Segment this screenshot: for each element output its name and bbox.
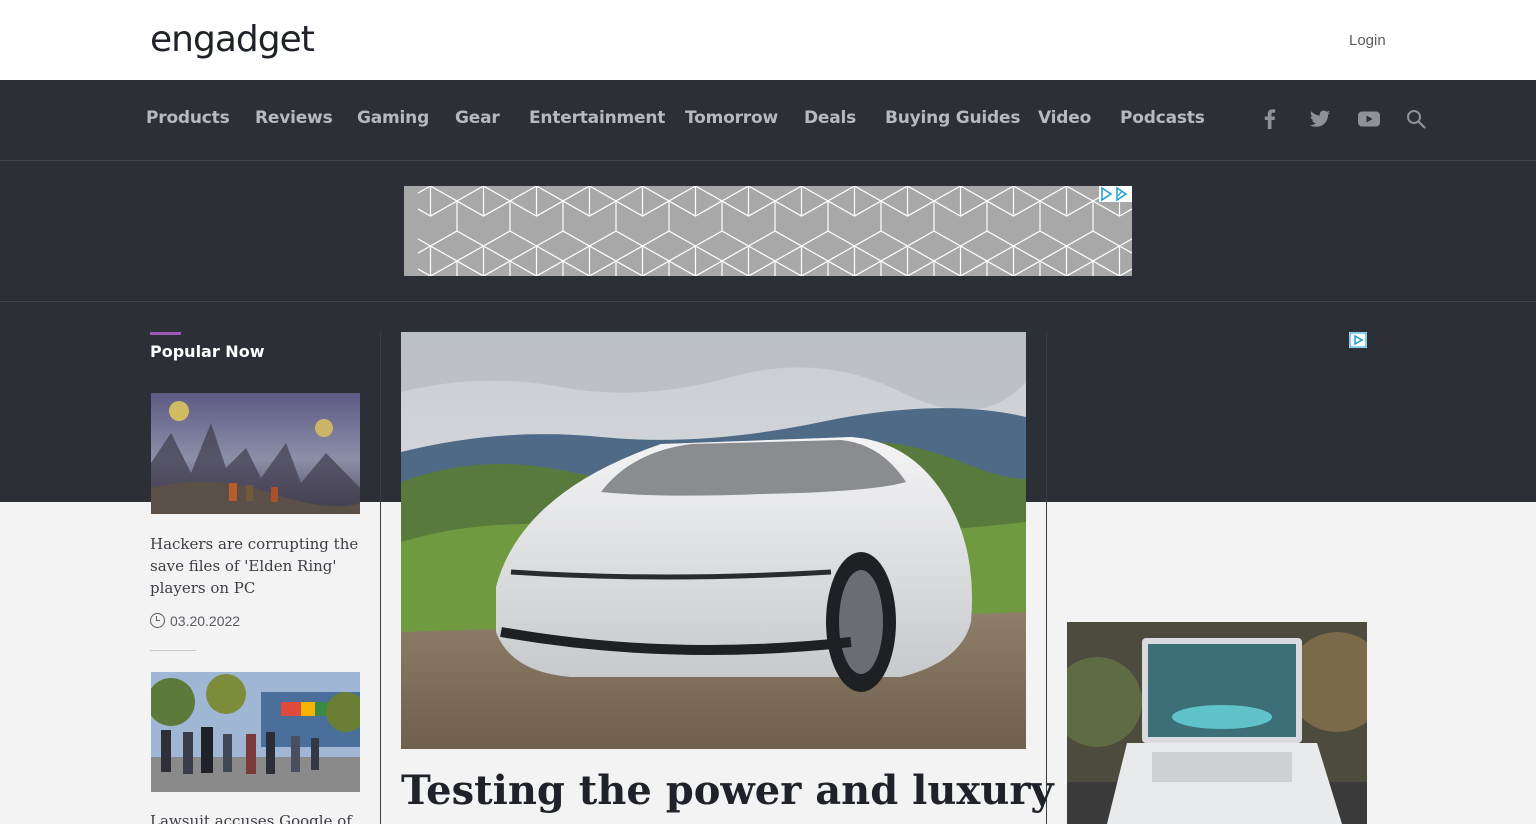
story-divider <box>150 650 196 651</box>
nav-item-buying-guides[interactable]: Buying Guides <box>885 108 1020 128</box>
login-link[interactable]: Login <box>1349 32 1386 49</box>
engadget-logo[interactable]: engadget <box>150 18 315 62</box>
facebook-icon[interactable] <box>1257 106 1283 132</box>
ad-banner[interactable] <box>404 186 1132 276</box>
adchoices-icon[interactable] <box>1099 186 1132 202</box>
hero-image[interactable] <box>401 332 1026 749</box>
nav-divider <box>0 160 1536 161</box>
popular-now-heading: Popular Now <box>150 342 265 361</box>
nav-item-video[interactable]: Video <box>1038 108 1091 128</box>
hero-headline[interactable]: Testing the power and luxury of <box>401 766 1112 816</box>
nav-item-reviews[interactable]: Reviews <box>255 108 333 128</box>
twitter-icon[interactable] <box>1307 106 1333 132</box>
nav-item-gear[interactable]: Gear <box>455 108 500 128</box>
nav-item-entertainment[interactable]: Entertainment <box>529 108 665 128</box>
story-thumbnail[interactable] <box>151 672 360 792</box>
nav-item-tomorrow[interactable]: Tomorrow <box>685 108 778 128</box>
story-date: 03.20.2022 <box>150 613 240 629</box>
top-header: engadget Login <box>0 0 1536 80</box>
story-title[interactable]: Hackers are corrupting the save files of… <box>150 533 360 599</box>
column-divider <box>380 332 381 824</box>
story-thumbnail[interactable] <box>151 393 360 514</box>
youtube-icon[interactable] <box>1356 106 1382 132</box>
clock-icon <box>150 613 165 628</box>
nav-item-gaming[interactable]: Gaming <box>357 108 429 128</box>
story-date-text: 03.20.2022 <box>170 613 241 629</box>
sidebar-article-image[interactable] <box>1067 622 1367 824</box>
nav-item-podcasts[interactable]: Podcasts <box>1120 108 1205 128</box>
column-divider <box>1046 332 1047 824</box>
ad-divider <box>0 301 1536 302</box>
story-title[interactable]: Lawsuit accuses Google of <box>150 810 360 824</box>
nav-item-deals[interactable]: Deals <box>804 108 856 128</box>
nav-item-products[interactable]: Products <box>146 108 230 128</box>
search-icon[interactable] <box>1403 106 1429 132</box>
section-accent <box>150 332 181 335</box>
adchoices-icon[interactable] <box>1349 332 1367 348</box>
